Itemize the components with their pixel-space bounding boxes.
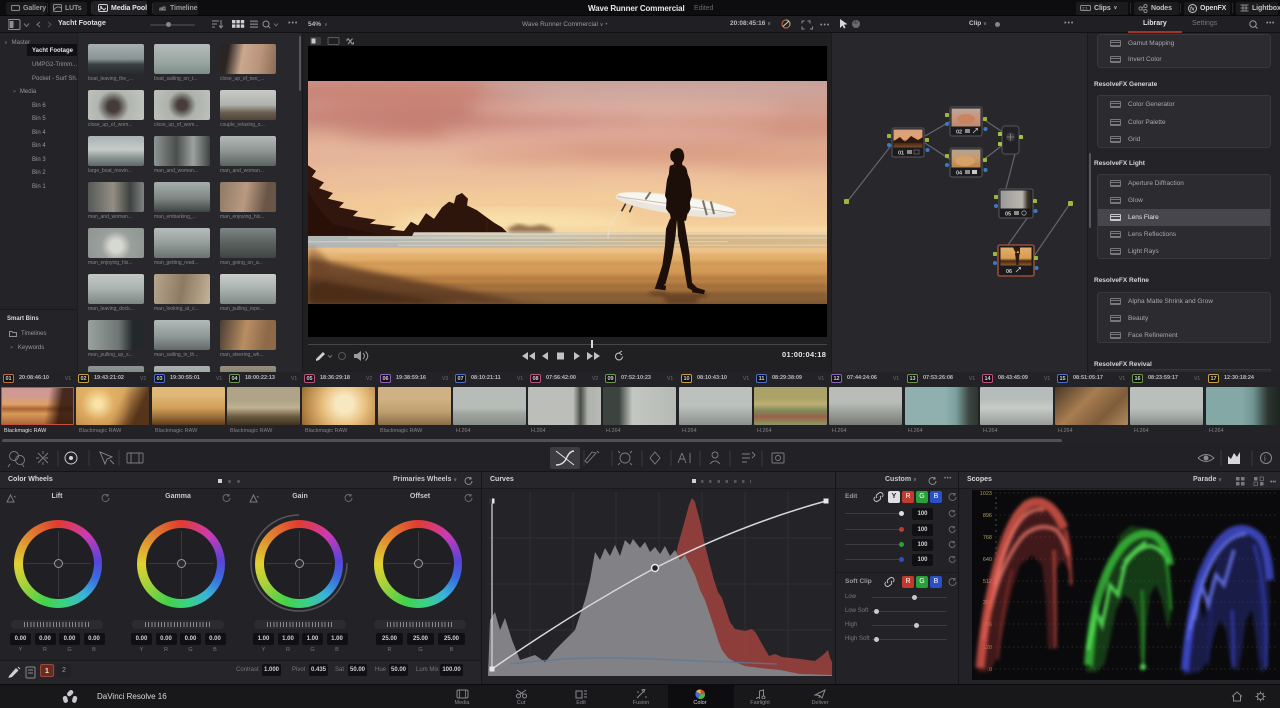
svg-text:06: 06 [1006, 269, 1012, 275]
svg-text:i: i [1264, 454, 1266, 463]
svg-text:05: 05 [1005, 212, 1011, 218]
svg-text:•••: ••• [1270, 479, 1276, 486]
svg-text:fx: fx [1190, 6, 1195, 12]
svg-text:02: 02 [956, 130, 962, 136]
svg-text:04: 04 [956, 171, 963, 177]
svg-text:1023: 1023 [980, 491, 992, 497]
svg-text:01: 01 [898, 151, 904, 157]
svg-text:640: 640 [983, 557, 992, 563]
svg-text:1:1: 1:1 [1082, 6, 1088, 11]
svg-text:896: 896 [983, 513, 992, 519]
svg-text:•••: ••• [820, 22, 830, 29]
svg-text:768: 768 [983, 535, 992, 541]
